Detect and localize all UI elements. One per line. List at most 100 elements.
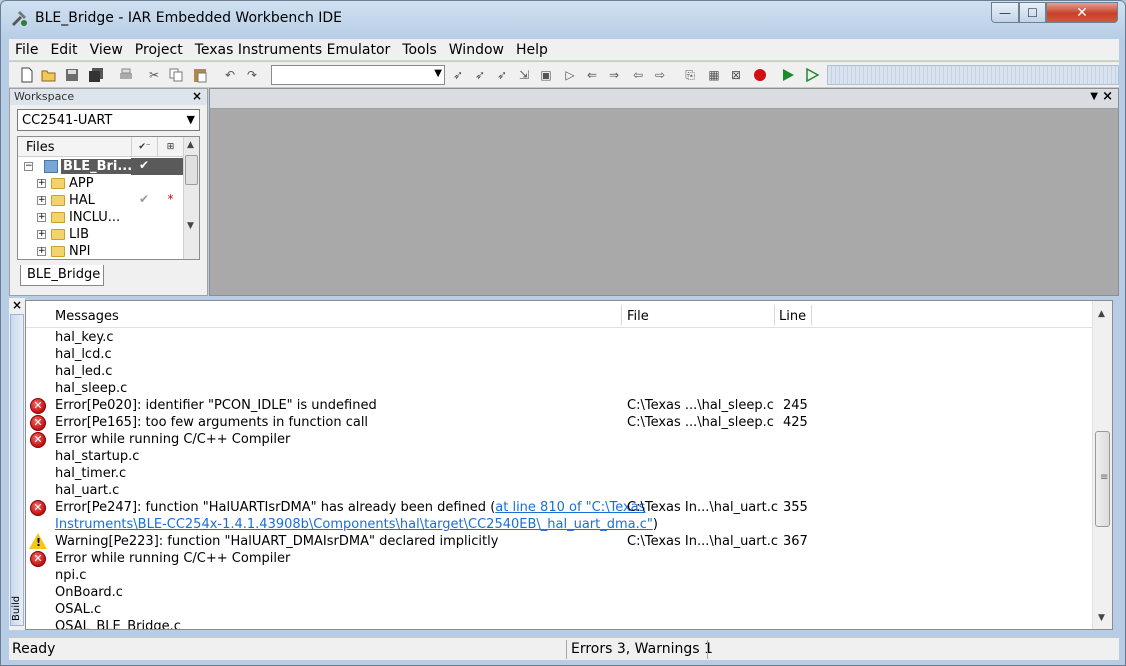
prev-bookmark-icon[interactable]: ⇒ <box>605 66 623 84</box>
message-row-continuation[interactable]: Instruments\BLE-CC254x-1.4.1.43908b\Comp… <box>26 516 1092 533</box>
menu-tools[interactable]: Tools <box>396 42 443 58</box>
checkmark-column-icon[interactable]: ✔⁻ <box>131 137 157 157</box>
expand-icon[interactable]: + <box>37 247 46 256</box>
message-row[interactable]: hal_sleep.c <box>26 380 1092 397</box>
replace-icon[interactable]: ⇲ <box>515 66 533 84</box>
compile-icon[interactable]: ⎘ <box>681 66 699 84</box>
scrollbar-thumb[interactable]: ≡ <box>1095 431 1110 527</box>
tree-item-include[interactable]: + INCLU... <box>18 209 184 226</box>
column-file[interactable]: File <box>627 309 649 324</box>
collapse-icon[interactable]: − <box>24 162 33 171</box>
editor-area: ▼ × <box>209 88 1119 296</box>
menu-help[interactable]: Help <box>510 42 554 58</box>
scroll-down-icon[interactable]: ▼ <box>1098 613 1105 623</box>
files-tree: Files ✔⁻ ⊞ − BLE_Bri... ✔ + APP + HAL ✔ … <box>17 136 200 260</box>
new-file-icon[interactable] <box>18 66 36 84</box>
tree-item-npi[interactable]: + NPI <box>18 243 184 259</box>
tree-item-lib[interactable]: + LIB <box>18 226 184 243</box>
message-row-error[interactable]: ✕ Error[Pe020]: identifier "PCON_IDLE" i… <box>26 397 1092 414</box>
paste-icon[interactable] <box>191 66 209 84</box>
redo-icon[interactable]: ↷ <box>243 66 261 84</box>
column-divider[interactable] <box>621 305 622 325</box>
message-row[interactable]: hal_uart.c <box>26 482 1092 499</box>
undo-icon[interactable]: ↶ <box>221 66 239 84</box>
find-combo[interactable]: ▼ <box>271 65 445 85</box>
chevron-down-icon[interactable]: ▼ <box>434 68 442 79</box>
message-row[interactable]: OSAL_BLE_Bridge.c <box>26 618 1092 629</box>
column-divider[interactable] <box>811 305 812 325</box>
dirty-column-icon[interactable]: ⊞ <box>157 137 183 157</box>
maximize-button[interactable]: ☐ <box>1019 2 1046 23</box>
breakpoint-icon[interactable] <box>751 66 769 84</box>
minimize-button[interactable]: — <box>991 2 1019 23</box>
message-line: 245 <box>783 398 808 413</box>
save-all-icon[interactable] <box>87 66 105 84</box>
debug-icon[interactable] <box>779 66 797 84</box>
next-bookmark-icon[interactable]: ⇐ <box>583 66 601 84</box>
message-row-error[interactable]: ✕ Error[Pe165]: too few arguments in fun… <box>26 414 1092 431</box>
tree-item-project[interactable]: − BLE_Bri... ✔ <box>18 158 184 175</box>
workspace-tab[interactable]: BLE_Bridge <box>20 265 104 286</box>
menu-project[interactable]: Project <box>129 42 189 58</box>
workspace-close-icon[interactable]: × <box>192 89 202 103</box>
expand-icon[interactable]: + <box>37 230 46 239</box>
expand-icon[interactable]: + <box>37 196 46 205</box>
message-row[interactable]: hal_timer.c <box>26 465 1092 482</box>
menu-edit[interactable]: Edit <box>44 42 83 58</box>
tree-item-app[interactable]: + APP <box>18 175 184 192</box>
expand-icon[interactable]: + <box>37 179 46 188</box>
message-row-error[interactable]: ✕ Error while running C/C++ Compiler <box>26 431 1092 448</box>
open-icon[interactable] <box>40 66 58 84</box>
menu-window[interactable]: Window <box>443 42 510 58</box>
make-icon[interactable]: ▦ <box>705 66 723 84</box>
column-line[interactable]: Line <box>779 309 806 324</box>
editor-window-list-icon[interactable]: ▼ <box>1090 91 1098 102</box>
scrollbar-thumb[interactable] <box>185 155 198 185</box>
scroll-up-icon[interactable]: ▲ <box>187 140 194 150</box>
find-prev-icon[interactable]: ➶ <box>493 66 511 84</box>
configuration-select[interactable]: CC2541-UART ▼ <box>17 109 200 131</box>
column-messages[interactable]: Messages <box>55 309 119 324</box>
editor-close-icon[interactable]: × <box>1102 89 1113 104</box>
navigate-forward-icon[interactable]: ⇨ <box>651 66 669 84</box>
scroll-up-icon[interactable]: ▲ <box>1098 309 1105 319</box>
debug-without-download-icon[interactable] <box>803 66 821 84</box>
tree-item-hal[interactable]: + HAL ✔ * <box>18 192 184 209</box>
find-icon[interactable]: ➶ <box>449 66 467 84</box>
message-row[interactable]: npi.c <box>26 567 1092 584</box>
message-row[interactable]: hal_led.c <box>26 363 1092 380</box>
workspace-title: Workspace <box>14 90 75 103</box>
save-icon[interactable] <box>63 66 81 84</box>
message-row-error[interactable]: ✕ Error[Pe247]: function "HalUARTIsrDMA"… <box>26 499 1092 516</box>
stop-build-icon[interactable]: ⊠ <box>727 66 745 84</box>
print-icon[interactable] <box>117 66 135 84</box>
message-row-warning[interactable]: ! Warning[Pe223]: function "HalUART_DMAI… <box>26 533 1092 550</box>
column-divider[interactable] <box>774 305 775 325</box>
message-source-link[interactable]: Instruments\BLE-CC254x-1.4.1.43908b\Comp… <box>55 517 653 532</box>
copy-icon[interactable] <box>167 66 185 84</box>
scroll-down-icon[interactable]: ▼ <box>187 221 194 231</box>
message-row[interactable]: hal_lcd.c <box>26 346 1092 363</box>
message-row[interactable]: hal_key.c <box>26 329 1092 346</box>
build-tab[interactable]: Build <box>10 314 24 626</box>
message-row-error[interactable]: ✕ Error while running C/C++ Compiler <box>26 550 1092 567</box>
message-source-link[interactable]: at line 810 of "C:\Texas <box>495 500 645 515</box>
find-next-icon[interactable]: ➶ <box>471 66 489 84</box>
message-row[interactable]: OSAL.c <box>26 601 1092 618</box>
close-button[interactable]: ✕ <box>1046 2 1118 23</box>
files-scrollbar[interactable]: ▲ ▼ <box>183 137 199 259</box>
navigate-back-icon[interactable]: ⇦ <box>629 66 647 84</box>
bookmark-icon[interactable]: ▷ <box>561 66 579 84</box>
menu-view[interactable]: View <box>84 42 129 58</box>
tree-item-label: BLE_Bri... <box>61 159 135 174</box>
message-row[interactable]: hal_startup.c <box>26 448 1092 465</box>
message-row[interactable]: OnBoard.c <box>26 584 1092 601</box>
cut-icon[interactable]: ✂ <box>145 66 163 84</box>
chevron-down-icon[interactable]: ▼ <box>187 113 195 126</box>
menu-file[interactable]: File <box>9 42 44 58</box>
menu-ti-emulator[interactable]: Texas Instruments Emulator <box>189 42 397 58</box>
messages-scrollbar[interactable]: ▲ ≡ ▼ <box>1092 301 1112 629</box>
expand-icon[interactable]: + <box>37 213 46 222</box>
goto-icon[interactable]: ▣ <box>537 66 555 84</box>
build-close-icon[interactable]: × <box>12 298 22 312</box>
